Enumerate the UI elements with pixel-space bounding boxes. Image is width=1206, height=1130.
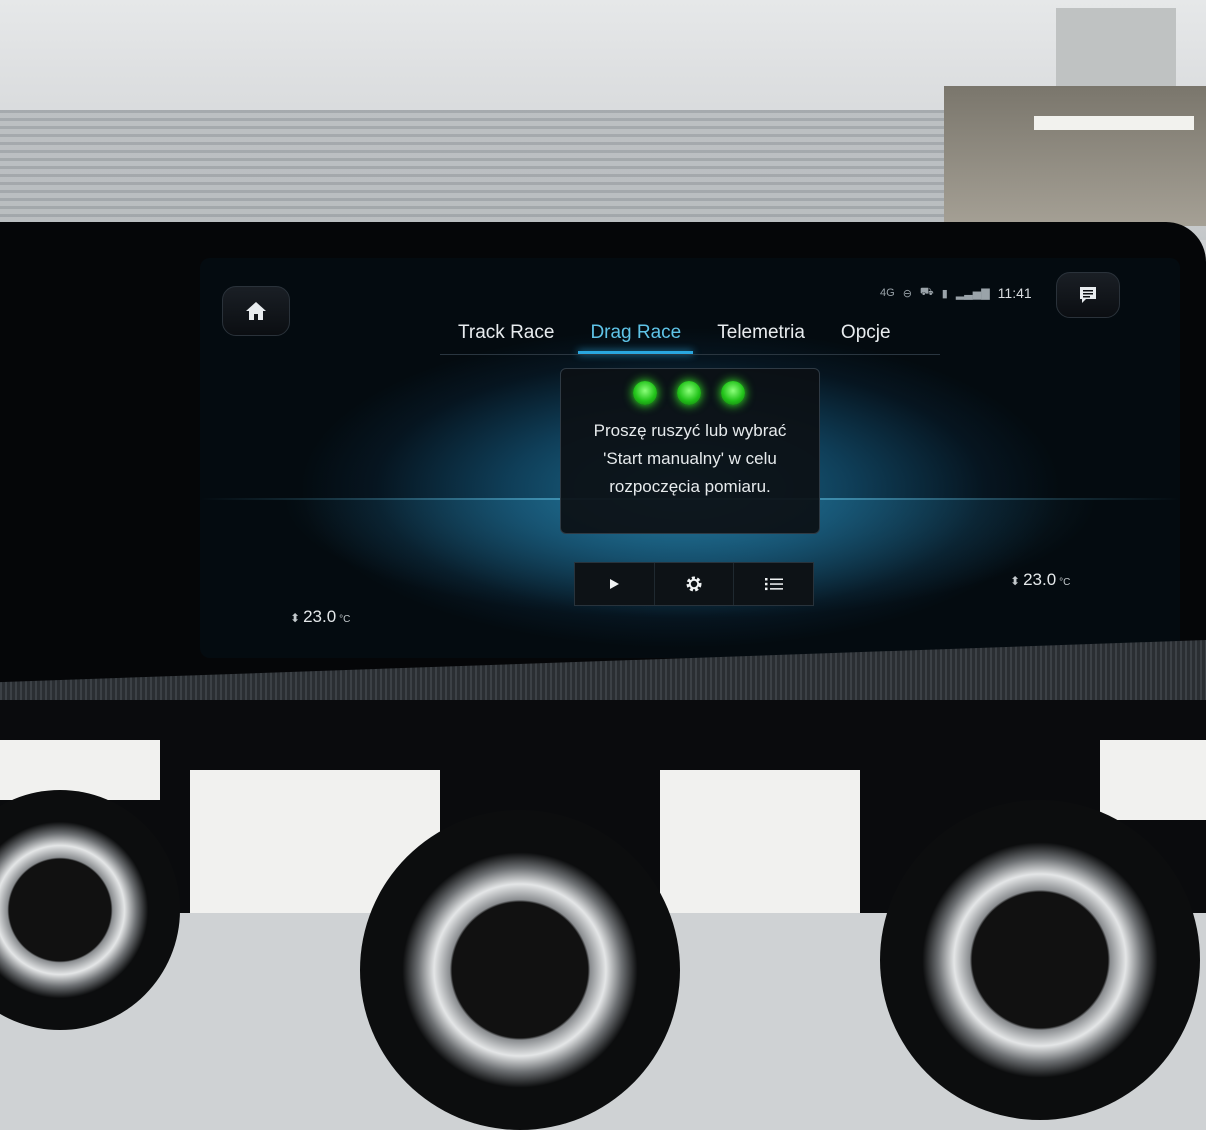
left-temp-unit: °C bbox=[339, 614, 351, 625]
temp-adjust-icon: ⬍ bbox=[290, 611, 301, 625]
home-button[interactable] bbox=[222, 286, 290, 336]
left-temperature[interactable]: ⬍ 23.0 °C bbox=[290, 607, 350, 627]
settings-button[interactable] bbox=[655, 563, 735, 605]
chat-icon bbox=[1080, 287, 1096, 303]
network-4g-icon: 4G bbox=[880, 287, 895, 299]
car-location-icon: ⛟ bbox=[919, 286, 934, 298]
dialog-message: Proszę ruszyć lub wybrać 'Start manualny… bbox=[593, 421, 787, 496]
list-button[interactable] bbox=[734, 563, 813, 605]
start-dialog: Proszę ruszyć lub wybrać 'Start manualny… bbox=[560, 368, 820, 534]
tab-divider bbox=[440, 354, 940, 355]
start-light-2 bbox=[677, 381, 701, 405]
play-icon bbox=[610, 579, 620, 589]
play-button[interactable] bbox=[575, 563, 655, 605]
battery-icon: ▮ bbox=[941, 287, 948, 300]
background-tower bbox=[1056, 8, 1176, 88]
tab-drag-race[interactable]: Drag Race bbox=[572, 316, 699, 354]
gear-icon bbox=[686, 576, 702, 592]
start-light-1 bbox=[633, 381, 657, 405]
air-vent-center[interactable] bbox=[360, 810, 680, 1130]
clock: 11:41 bbox=[997, 285, 1032, 301]
control-bar bbox=[574, 562, 814, 606]
tab-track-race[interactable]: Track Race bbox=[440, 316, 572, 352]
tab-opcje[interactable]: Opcje bbox=[823, 316, 909, 352]
home-icon bbox=[246, 302, 266, 320]
background-building-right bbox=[944, 86, 1206, 226]
left-temp-value: 23.0 bbox=[303, 607, 337, 626]
hands-free-icon: ⊖ bbox=[902, 287, 912, 300]
dashboard bbox=[0, 700, 1206, 1130]
building-stripe bbox=[1034, 116, 1194, 130]
trim-panel-right bbox=[1100, 740, 1206, 820]
right-temp-value: 23.0 bbox=[1023, 570, 1057, 589]
right-temperature[interactable]: ⬍ 23.0 °C bbox=[1010, 570, 1070, 590]
list-icon bbox=[764, 578, 783, 591]
tab-bar: Track Race Drag Race Telemetria Opcje bbox=[440, 316, 909, 354]
signal-strength-icon: ▂▃▅▇ bbox=[955, 287, 990, 300]
start-light-3 bbox=[721, 381, 745, 405]
temp-adjust-icon: ⬍ bbox=[1010, 574, 1021, 588]
tab-telemetria[interactable]: Telemetria bbox=[699, 316, 823, 352]
air-vent-left[interactable] bbox=[0, 790, 180, 1030]
start-lights bbox=[633, 381, 745, 405]
status-bar: 4G ⊖ ⛟ ▮ ▂▃▅▇ 11:41 bbox=[880, 283, 1032, 303]
trim-panel-center-right bbox=[660, 770, 860, 913]
right-temp-unit: °C bbox=[1059, 577, 1071, 588]
messages-button[interactable] bbox=[1056, 272, 1120, 318]
air-vent-right[interactable] bbox=[880, 800, 1200, 1120]
